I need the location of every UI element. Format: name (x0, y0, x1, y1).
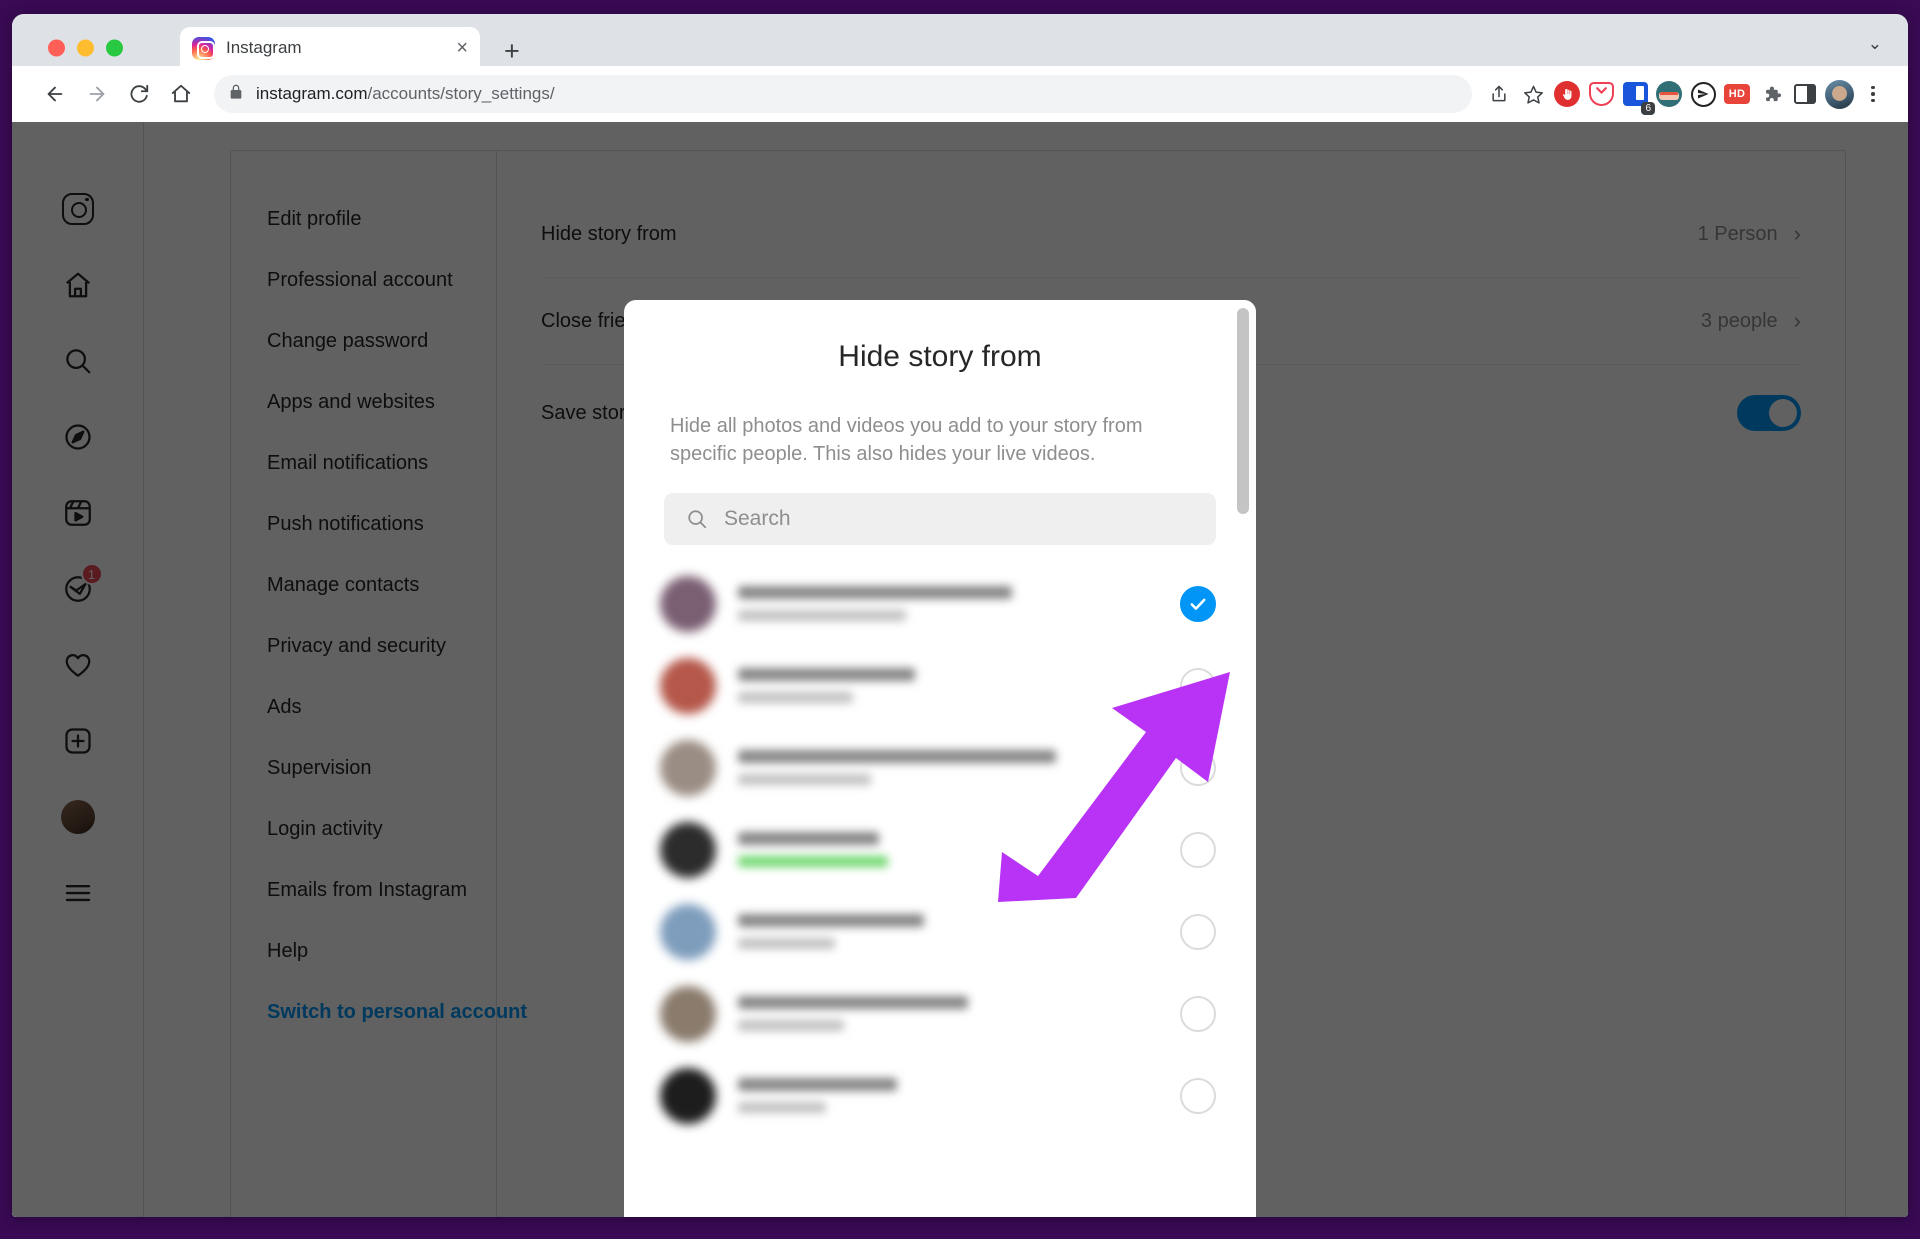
scrollbar-thumb[interactable] (1237, 308, 1249, 514)
minimize-window-button[interactable] (77, 39, 94, 57)
url-path: /accounts/story_settings/ (367, 84, 555, 103)
avatar (660, 821, 716, 878)
tab-title: Instagram (226, 38, 302, 57)
user-labels (738, 1078, 1180, 1114)
forward-icon[interactable] (76, 73, 118, 115)
hd-extension-icon[interactable]: HD (1720, 77, 1754, 111)
dialog-title: Hide story from (838, 340, 1042, 373)
search-input[interactable] (724, 506, 1194, 531)
user-labels (738, 996, 1180, 1032)
hd-extension-label: HD (1724, 84, 1750, 104)
side-panel-icon[interactable] (1788, 77, 1822, 111)
address-bar[interactable]: instagram.com/accounts/story_settings/ (214, 75, 1472, 113)
chevron-down-icon[interactable]: ⌄ (1868, 34, 1882, 54)
pointer-arrow (998, 672, 1230, 902)
browser-tab-strip: Instagram × + ⌄ (12, 14, 1908, 69)
adblock-extension-icon[interactable] (1550, 77, 1584, 111)
bookmark-star-icon[interactable] (1516, 77, 1550, 111)
user-labels (738, 586, 1180, 622)
user-labels (738, 914, 1180, 950)
list-item[interactable] (624, 563, 1256, 645)
list-item[interactable] (624, 1055, 1256, 1137)
chrome-menu-icon[interactable] (1856, 77, 1890, 111)
dialog-header: Hide story from Hide all photos and vide… (624, 300, 1256, 469)
purple-border-frame: Instagram × + ⌄ instagram.com/accounts/s… (0, 0, 1920, 1239)
send-extension-icon[interactable] (1686, 77, 1720, 111)
lock-icon (228, 84, 244, 105)
back-icon[interactable] (34, 73, 76, 115)
avatar (660, 985, 716, 1042)
avatar (660, 657, 716, 714)
new-tab-button[interactable]: + (504, 38, 520, 65)
window-traffic-lights (48, 39, 123, 57)
profile-avatar-icon[interactable] (1822, 77, 1856, 111)
user-select-checkbox[interactable] (1180, 585, 1216, 622)
home-icon[interactable] (160, 73, 202, 115)
browser-window: Instagram × + ⌄ instagram.com/accounts/s… (12, 14, 1908, 1217)
extensions-puzzle-icon[interactable] (1754, 77, 1788, 111)
url-domain: instagram.com (256, 84, 368, 103)
notebook-extension-icon[interactable]: 6 (1618, 77, 1655, 115)
user-select-checkbox[interactable] (1180, 1077, 1216, 1114)
avatar (660, 575, 716, 632)
avatar (660, 903, 716, 960)
share-icon[interactable] (1482, 77, 1516, 111)
close-window-button[interactable] (48, 39, 65, 57)
user-select-checkbox[interactable] (1180, 913, 1216, 950)
instagram-favicon (192, 36, 215, 60)
page-viewport: 1 Edit profile Professio (12, 122, 1908, 1217)
user-select-checkbox[interactable] (1180, 995, 1216, 1032)
avatar (660, 1067, 716, 1124)
url-text: instagram.com/accounts/story_settings/ (256, 84, 555, 104)
face-extension-icon[interactable] (1652, 77, 1686, 111)
maximize-window-button[interactable] (106, 39, 123, 57)
close-tab-icon[interactable]: × (456, 38, 468, 58)
reload-icon[interactable] (118, 73, 160, 115)
search-icon (686, 508, 708, 530)
browser-toolbar: instagram.com/accounts/story_settings/ 6… (12, 66, 1908, 122)
browser-tab[interactable]: Instagram × (180, 27, 480, 69)
search-field[interactable] (664, 492, 1216, 545)
list-item[interactable] (624, 973, 1256, 1055)
avatar (660, 739, 716, 796)
search-section (624, 469, 1256, 545)
dialog-description: Hide all photos and videos you add to yo… (670, 415, 1143, 466)
pocket-extension-icon[interactable] (1584, 77, 1618, 111)
